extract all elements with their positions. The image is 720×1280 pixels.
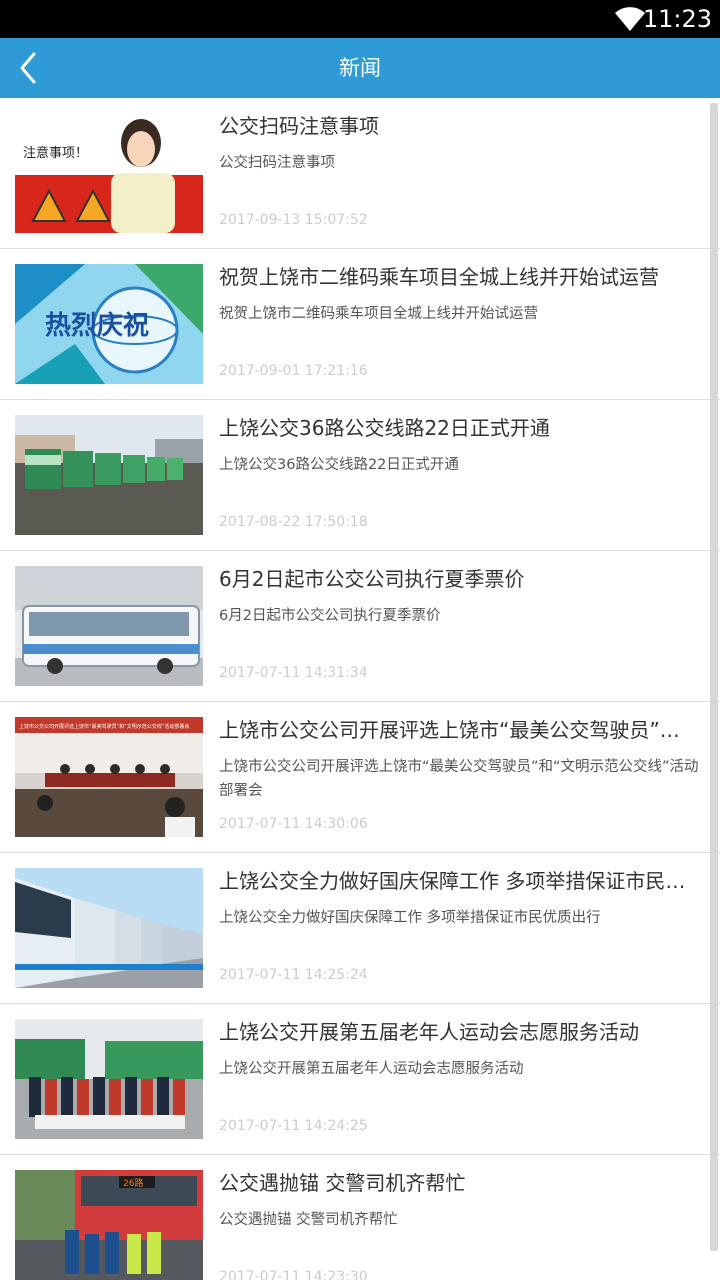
status-bar: 11:23 xyxy=(0,0,720,38)
news-title: 上饶市公交公司开展评选上饶市“最美公交驾驶员”和“文明示范公交线”活动部署会 xyxy=(219,718,699,742)
news-item[interactable]: 上饶公交开展第五届老年人运动会志愿服务活动 上饶公交开展第五届老年人运动会志愿服… xyxy=(0,1004,720,1155)
app-header: 新闻 xyxy=(0,38,720,98)
news-thumbnail xyxy=(15,1019,203,1139)
news-item[interactable]: 上饶市公交公司开展评选上饶市“最美驾驶员”和“文明示范公交线”活动部署会 上饶市… xyxy=(0,702,720,853)
news-thumbnail: 26路 xyxy=(15,1170,203,1280)
status-time: 11:23 xyxy=(642,5,712,33)
wifi-icon xyxy=(614,5,646,33)
news-item[interactable]: 26路 公交遇抛锚 交警司机齐帮忙 公交遇抛锚 交警司机齐帮忙 2017-07-… xyxy=(0,1155,720,1280)
news-summary: 公交遇抛锚 交警司机齐帮忙 xyxy=(219,1212,398,1228)
news-date: 2017-09-13 15:07:52 xyxy=(219,212,368,228)
news-title: 6月2日起市公交公司执行夏季票价 xyxy=(219,567,525,591)
thumb-caption: 上饶市公交公司开展评选上饶市“最美驾驶员”和“文明示范公交线”活动部署会 xyxy=(19,723,189,730)
news-date: 2017-07-11 14:23:30 xyxy=(219,1269,368,1280)
news-item[interactable]: 热烈庆祝 祝贺上饶市二维码乘车项目全城上线并开始试运营 祝贺上饶市二维码乘车项目… xyxy=(0,249,720,400)
news-thumbnail: 注意事项！ xyxy=(15,113,203,233)
news-summary: 上饶公交开展第五届老年人运动会志愿服务活动 xyxy=(219,1061,524,1077)
news-summary: 上饶市公交公司开展评选上饶市“最美公交驾驶员”和“文明示范公交线”活动部署会 xyxy=(219,759,699,799)
news-date: 2017-09-01 17:21:16 xyxy=(219,363,368,379)
news-thumbnail xyxy=(15,868,203,988)
news-item[interactable]: 6月2日起市公交公司执行夏季票价 6月2日起市公交公司执行夏季票价 2017-0… xyxy=(0,551,720,702)
news-thumbnail xyxy=(15,566,203,686)
news-item[interactable]: 上饶公交全力做好国庆保障工作 多项举措保证市民优质出行 上饶公交全力做好国庆保障… xyxy=(0,853,720,1004)
news-title: 上饶公交全力做好国庆保障工作 多项举措保证市民优质出行 xyxy=(219,869,699,893)
news-thumbnail: 热烈庆祝 xyxy=(15,264,203,384)
news-date: 2017-07-11 14:30:06 xyxy=(219,816,368,832)
news-date: 2017-07-11 14:31:34 xyxy=(219,665,368,681)
news-thumbnail xyxy=(15,415,203,535)
news-thumbnail: 上饶市公交公司开展评选上饶市“最美驾驶员”和“文明示范公交线”活动部署会 xyxy=(15,717,203,837)
news-item[interactable]: 注意事项！ 公交扫码注意事项 公交扫码注意事项 2017-09-13 15:07… xyxy=(0,98,720,249)
news-title: 上饶公交开展第五届老年人运动会志愿服务活动 xyxy=(219,1020,639,1044)
news-summary: 6月2日起市公交公司执行夏季票价 xyxy=(219,608,441,624)
news-summary: 上饶公交全力做好国庆保障工作 多项举措保证市民优质出行 xyxy=(219,910,601,926)
news-date: 2017-07-11 14:24:25 xyxy=(219,1118,368,1134)
news-title: 公交扫码注意事项 xyxy=(219,114,379,138)
news-date: 2017-07-11 14:25:24 xyxy=(219,967,368,983)
scrollbar[interactable] xyxy=(710,103,718,1251)
news-summary: 祝贺上饶市二维码乘车项目全城上线并开始试运营 xyxy=(219,306,538,322)
news-title: 公交遇抛锚 交警司机齐帮忙 xyxy=(219,1171,466,1195)
news-date: 2017-08-22 17:50:18 xyxy=(219,514,368,530)
news-summary: 上饶公交36路公交线路22日正式开通 xyxy=(219,457,459,473)
thumb-caption: 热烈庆祝 xyxy=(45,310,149,341)
page-title: 新闻 xyxy=(339,56,381,80)
news-title: 上饶公交36路公交线路22日正式开通 xyxy=(219,416,550,440)
news-summary: 公交扫码注意事项 xyxy=(219,155,335,171)
news-item[interactable]: 上饶公交36路公交线路22日正式开通 上饶公交36路公交线路22日正式开通 20… xyxy=(0,400,720,551)
news-list[interactable]: 注意事项！ 公交扫码注意事项 公交扫码注意事项 2017-09-13 15:07… xyxy=(0,98,720,1280)
news-title: 祝贺上饶市二维码乘车项目全城上线并开始试运营 xyxy=(219,265,659,289)
thumb-caption: 26路 xyxy=(123,1177,143,1189)
thumb-caption: 注意事项！ xyxy=(23,145,88,161)
